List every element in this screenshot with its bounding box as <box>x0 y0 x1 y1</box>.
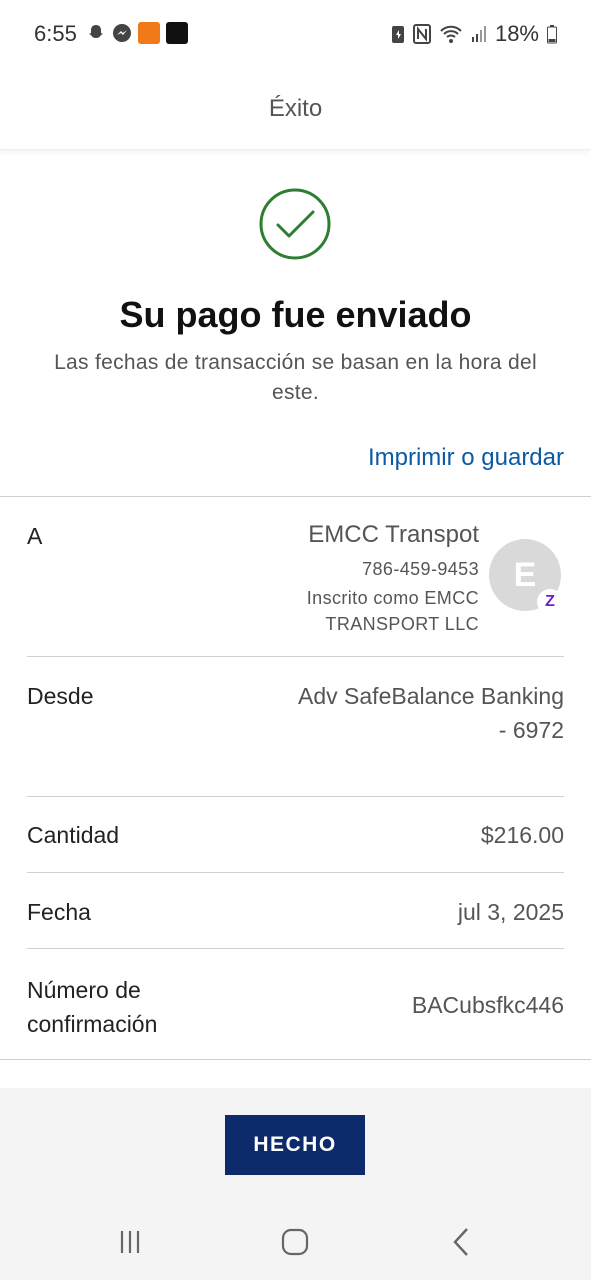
divider <box>0 496 591 497</box>
date-label: Fecha <box>27 899 91 925</box>
success-subtitle: Las fechas de transacción se basan en la… <box>54 351 537 404</box>
recent-apps-icon <box>120 1231 140 1253</box>
notification-icons <box>86 22 188 44</box>
print-or-save-link[interactable]: Imprimir o guardar <box>368 444 564 472</box>
payee-enrolled-line1: Inscrito como EMCC <box>306 588 479 608</box>
battery-icon <box>547 25 557 44</box>
status-bar: 6:55 18% <box>0 0 591 68</box>
payee-name: EMCC Transpot <box>308 521 479 548</box>
wifi-icon <box>440 25 462 43</box>
zelle-badge-letter: Z <box>545 593 555 610</box>
payee-enrolled-line2: TRANSPORT LLC <box>325 614 479 634</box>
confirmation-number: BACubsfkc446 <box>411 992 564 1018</box>
signal-icon <box>471 26 486 42</box>
divider <box>27 872 564 873</box>
battery-saver-icon <box>391 26 404 43</box>
page-title: Éxito <box>268 94 323 122</box>
from-account-line1: Adv SafeBalance Banking <box>298 683 564 709</box>
messenger-icon <box>113 24 131 42</box>
divider <box>27 796 564 797</box>
done-button[interactable]: HECHO <box>225 1115 365 1175</box>
date-value: jul 3, 2025 <box>457 899 564 925</box>
snapchat-icon <box>89 25 103 38</box>
system-icons: 18% <box>391 21 557 47</box>
battery-percent: 18% <box>494 21 539 46</box>
home-button[interactable] <box>275 1222 315 1262</box>
amount-label: Cantidad <box>27 822 120 848</box>
to-label: A <box>27 523 43 549</box>
app-notification-icon <box>166 22 188 44</box>
divider <box>27 656 564 657</box>
nfc-icon <box>412 24 431 44</box>
navigation-bar <box>0 1202 591 1280</box>
success-title: Su pago fue enviado <box>119 294 472 335</box>
status-time: 6:55 <box>34 21 77 46</box>
back-button[interactable] <box>441 1222 481 1262</box>
payee-phone: 786-459-9453 <box>362 559 479 579</box>
divider <box>27 948 564 949</box>
avatar-letter: E <box>513 555 537 594</box>
from-label: Desde <box>27 683 94 709</box>
confirmation-label: Número de confirmación <box>27 973 157 1041</box>
divider <box>0 1059 591 1060</box>
zelle-badge-icon: Z <box>537 589 563 615</box>
amount-value: $216.00 <box>480 822 564 848</box>
recent-apps-button[interactable] <box>110 1222 150 1262</box>
back-icon <box>453 1228 468 1256</box>
from-account: Adv SafeBalance Banking - 6972 <box>298 679 564 747</box>
check-circle-icon <box>259 188 331 260</box>
page-header: Éxito <box>0 68 591 150</box>
temu-app-icon <box>138 22 160 44</box>
confirmation-label-line1: Número de <box>27 977 141 1003</box>
confirmation-label-line2: confirmación <box>27 1011 158 1037</box>
from-account-line2: - 6972 <box>498 717 564 743</box>
home-icon <box>281 1228 309 1256</box>
